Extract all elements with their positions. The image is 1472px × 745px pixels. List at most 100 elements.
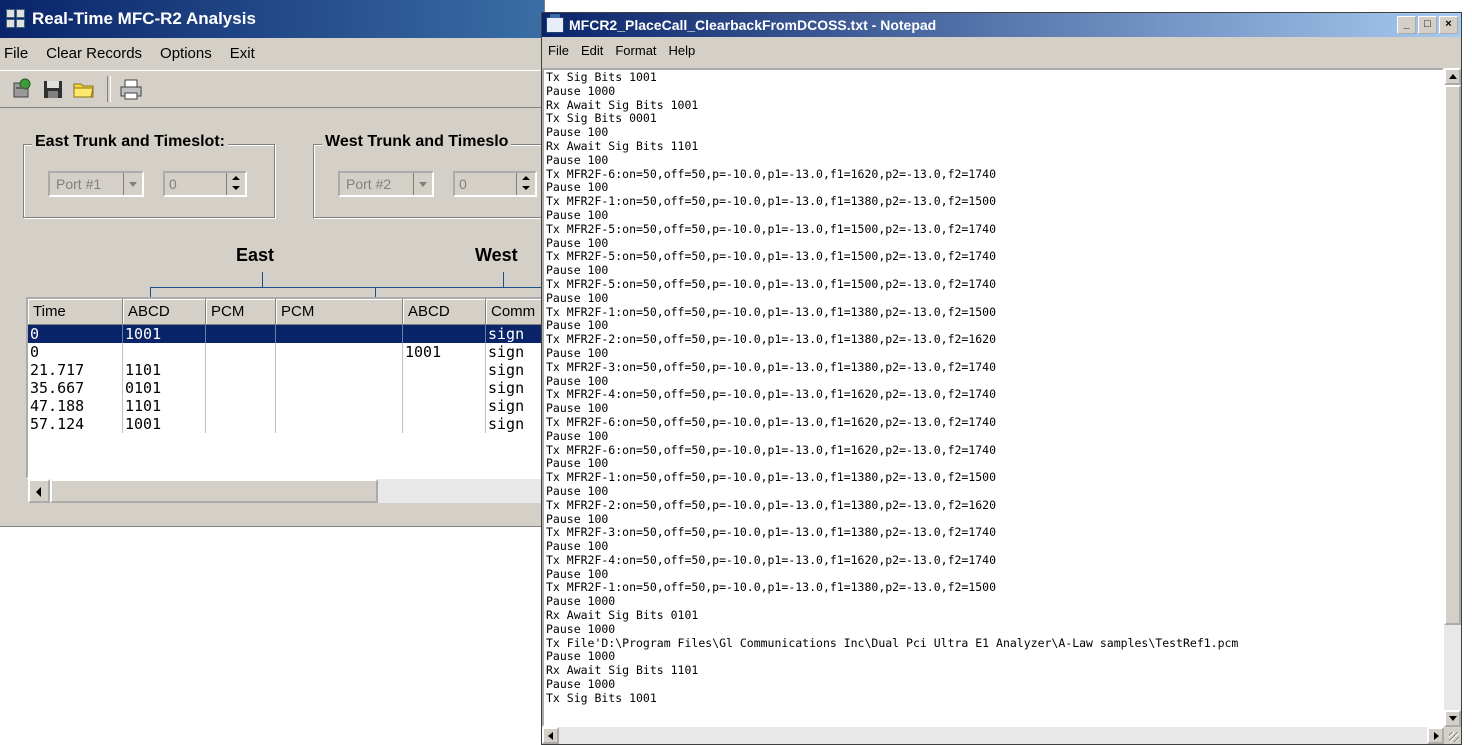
- column-header-east-pcm[interactable]: PCM: [206, 299, 276, 325]
- notepad-window: MFCR2_PlaceCall_ClearbackFromDCOSS.txt -…: [541, 12, 1462, 745]
- column-header-east-abcd[interactable]: ABCD: [123, 299, 206, 325]
- minimize-button[interactable]: _: [1397, 16, 1416, 34]
- column-header-west-pcm[interactable]: PCM: [276, 299, 403, 325]
- cell-east-pcm: [206, 415, 276, 433]
- toolbar-separator: [107, 76, 111, 102]
- west-label: West: [475, 245, 518, 265]
- scroll-left-icon[interactable]: [542, 727, 559, 744]
- cell-comment: sign: [486, 397, 544, 415]
- resize-grip-icon[interactable]: [1444, 727, 1461, 744]
- text-line: Tx MFR2F-2:on=50,off=50,p=-10.0,p1=-13.0…: [546, 497, 997, 512]
- cell-west-pcm: [276, 415, 403, 433]
- west-timeslot-spinner[interactable]: 0: [453, 171, 537, 197]
- scroll-up-icon[interactable]: [1444, 68, 1461, 85]
- table-row[interactable]: 57.124 1001 sign: [28, 415, 544, 433]
- maximize-button[interactable]: □: [1418, 16, 1437, 34]
- cell-east-abcd: 1101: [123, 397, 206, 415]
- analysis-menubar: File Clear Records Options Exit: [0, 38, 544, 68]
- print-icon[interactable]: [119, 77, 143, 101]
- analysis-window: Real-Time MFC-R2 Analysis File Clear Rec…: [0, 0, 545, 527]
- records-table: Time ABCD PCM PCM ABCD Comm 0 1001 sign 0 10…: [26, 297, 544, 479]
- close-button[interactable]: ×: [1439, 16, 1458, 34]
- record-icon[interactable]: [10, 77, 34, 101]
- spin-arrows-icon[interactable]: [516, 173, 535, 195]
- menu-options[interactable]: Options: [160, 45, 212, 62]
- chevron-down-icon[interactable]: [123, 173, 142, 195]
- text-line: Pause 100: [546, 207, 609, 222]
- column-header-comment[interactable]: Comm: [486, 299, 544, 325]
- cell-comment: sign: [486, 379, 544, 397]
- menu-help[interactable]: Help: [669, 43, 696, 58]
- east-trunk-label: East Trunk and Timeslot:: [32, 133, 228, 151]
- cell-east-abcd: 1001: [123, 415, 206, 433]
- text-line: Rx Await Sig Bits 1001: [546, 97, 699, 112]
- text-line: Tx Sig Bits 1001: [546, 690, 657, 705]
- editor-horizontal-scrollbar[interactable]: [542, 727, 1444, 744]
- text-line: Tx MFR2F-2:on=50,off=50,p=-10.0,p1=-13.0…: [546, 332, 997, 347]
- menu-format[interactable]: Format: [615, 43, 656, 58]
- text-line: Rx Await Sig Bits 1101: [546, 138, 699, 153]
- cell-west-pcm: [276, 325, 403, 343]
- cell-west-abcd: [403, 379, 486, 397]
- menu-file[interactable]: File: [4, 45, 28, 62]
- table-row[interactable]: 21.717 1101 sign: [28, 361, 544, 379]
- text-line: Tx MFR2F-5:on=50,off=50,p=-10.0,p1=-13.0…: [546, 249, 997, 264]
- open-folder-icon[interactable]: [72, 77, 96, 101]
- scroll-right-icon[interactable]: [1427, 727, 1444, 744]
- cell-time: 47.188: [28, 397, 123, 415]
- text-line: Pause 100: [546, 318, 609, 333]
- west-port-value: Port #2: [346, 176, 392, 192]
- text-line: Pause 100: [546, 401, 609, 416]
- east-timeslot-spinner[interactable]: 0: [163, 171, 247, 197]
- cell-east-abcd: 1101: [123, 361, 206, 379]
- scroll-thumb[interactable]: [50, 479, 378, 503]
- cell-comment: sign: [486, 361, 544, 379]
- menu-exit[interactable]: Exit: [230, 45, 255, 62]
- scroll-thumb[interactable]: [1444, 85, 1461, 625]
- text-line: Tx Sig Bits 0001: [546, 111, 657, 126]
- text-line: Pause 1000: [546, 621, 616, 636]
- text-line: Pause 100: [546, 566, 609, 581]
- east-port-select[interactable]: Port #1: [48, 171, 144, 197]
- east-trunk-group: East Trunk and Timeslot: Port #1 0: [23, 133, 275, 218]
- spin-arrows-icon[interactable]: [226, 173, 245, 195]
- cell-east-abcd: [123, 343, 206, 361]
- text-editor[interactable]: Tx Sig Bits 1001 Pause 1000 Rx Await Sig B…: [542, 68, 1444, 727]
- column-header-west-abcd[interactable]: ABCD: [403, 299, 486, 325]
- table-row[interactable]: 0 1001 sign: [28, 343, 544, 361]
- text-line: Tx MFR2F-5:on=50,off=50,p=-10.0,p1=-13.0…: [546, 276, 997, 291]
- cell-east-pcm: [206, 361, 276, 379]
- text-line: Pause 100: [546, 483, 609, 498]
- chevron-down-icon[interactable]: [413, 173, 432, 195]
- text-line: Tx MFR2F-5:on=50,off=50,p=-10.0,p1=-13.0…: [546, 221, 997, 236]
- cell-west-pcm: [276, 397, 403, 415]
- menu-file[interactable]: File: [548, 43, 569, 58]
- menu-clear-records[interactable]: Clear Records: [46, 45, 142, 62]
- column-header-time[interactable]: Time: [28, 299, 123, 325]
- scroll-left-icon[interactable]: [28, 479, 50, 503]
- save-icon[interactable]: [41, 77, 65, 101]
- scroll-down-icon[interactable]: [1444, 710, 1461, 727]
- notepad-menubar: File Edit Format Help: [542, 39, 1461, 61]
- west-port-select[interactable]: Port #2: [338, 171, 434, 197]
- notepad-title: MFCR2_PlaceCall_ClearbackFromDCOSS.txt -…: [569, 17, 937, 33]
- menu-edit[interactable]: Edit: [581, 43, 603, 58]
- cell-west-abcd: [403, 325, 486, 343]
- bracket-tick: [150, 287, 151, 297]
- editor-vertical-scrollbar[interactable]: [1444, 68, 1461, 727]
- cell-west-abcd: [403, 397, 486, 415]
- text-line: Pause 100: [546, 373, 609, 388]
- west-trunk-group: West Trunk and Timeslo Port #2 0: [313, 133, 544, 218]
- cell-east-pcm: [206, 397, 276, 415]
- table-horizontal-scrollbar[interactable]: [28, 479, 544, 503]
- text-line: Tx File'D:\Program Files\Gl Communicatio…: [546, 635, 1239, 650]
- table-row[interactable]: 47.188 1101 sign: [28, 397, 544, 415]
- analysis-titlebar[interactable]: Real-Time MFC-R2 Analysis: [0, 0, 544, 38]
- table-row[interactable]: 0 1001 sign: [28, 325, 544, 343]
- notepad-titlebar[interactable]: MFCR2_PlaceCall_ClearbackFromDCOSS.txt -…: [542, 13, 1461, 37]
- table-header: Time ABCD PCM PCM ABCD Comm: [28, 299, 544, 325]
- text-line: Pause 100: [546, 345, 609, 360]
- table-row[interactable]: 35.667 0101 sign: [28, 379, 544, 397]
- east-timeslot-value: 0: [169, 176, 177, 192]
- text-line: Pause 100: [546, 511, 609, 526]
